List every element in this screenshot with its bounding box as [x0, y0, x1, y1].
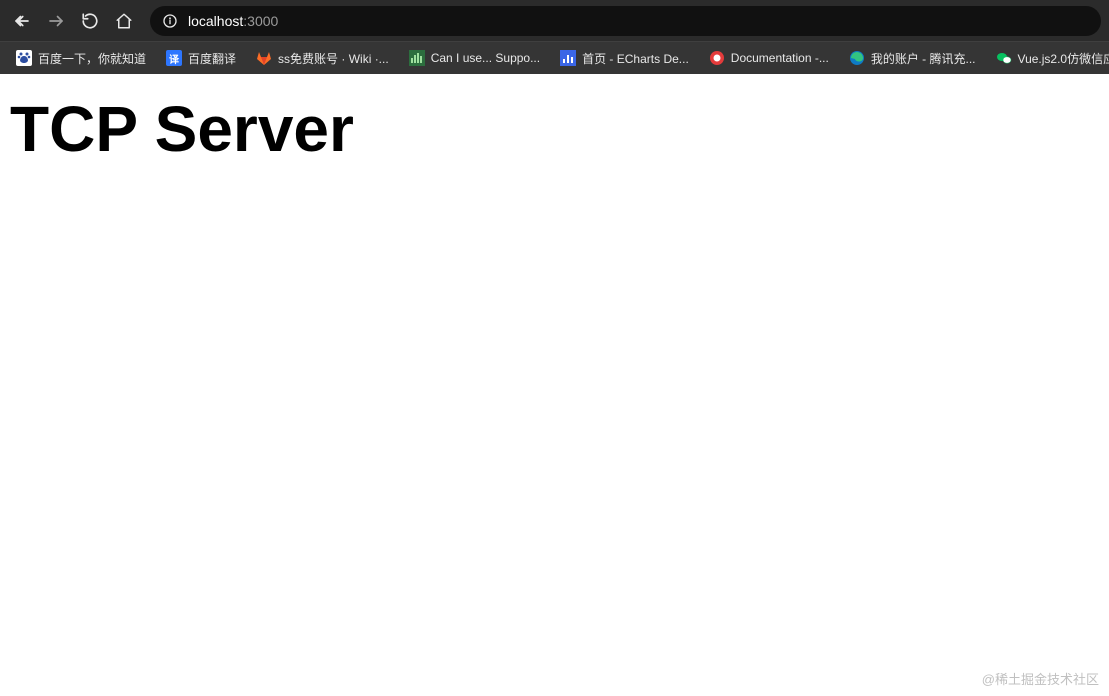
bookmark-label: 百度翻译	[188, 50, 236, 67]
page-content: TCP Server	[0, 74, 1109, 184]
url-text: localhost:3000	[188, 13, 278, 29]
caniuse-favicon-icon	[409, 50, 425, 66]
echarts-favicon-icon	[560, 50, 576, 66]
back-button[interactable]	[8, 7, 36, 35]
bookmark-item[interactable]: Documentation -...	[699, 46, 839, 70]
edge-favicon-icon	[849, 50, 865, 66]
watermark: @稀土掘金技术社区	[982, 669, 1099, 688]
home-button[interactable]	[110, 7, 138, 35]
reload-icon	[81, 12, 99, 30]
bookmark-label: 百度一下，你就知道	[38, 50, 146, 67]
gitlab-favicon-icon	[256, 50, 272, 66]
arrow-left-icon	[13, 12, 31, 30]
url-port: :3000	[243, 13, 278, 29]
bookmark-item[interactable]: 百度一下，你就知道	[6, 46, 156, 71]
bookmark-label: Vue.js2.0仿微信应用	[1018, 50, 1109, 67]
baidu-favicon-icon	[16, 50, 32, 66]
reload-button[interactable]	[76, 7, 104, 35]
bookmark-item[interactable]: 译 百度翻译	[156, 46, 246, 71]
address-bar[interactable]: localhost:3000	[150, 6, 1101, 36]
doc-favicon-icon	[709, 50, 725, 66]
arrow-right-icon	[47, 12, 65, 30]
browser-toolbar: localhost:3000	[0, 0, 1109, 41]
bookmark-item[interactable]: Can I use... Suppo...	[399, 46, 550, 70]
baidu-fanyi-favicon-icon: 译	[166, 50, 182, 66]
bookmark-label: ss免费账号 · Wiki ·...	[278, 50, 389, 67]
bookmark-item[interactable]: 首页 - ECharts De...	[550, 46, 699, 71]
url-host: localhost	[188, 13, 243, 29]
bookmark-item[interactable]: ss免费账号 · Wiki ·...	[246, 46, 399, 71]
forward-button[interactable]	[42, 7, 70, 35]
site-info-icon[interactable]	[162, 13, 178, 29]
bookmark-label: Can I use... Suppo...	[431, 51, 540, 65]
bookmark-item[interactable]: 我的账户 - 腾讯充...	[839, 46, 986, 71]
home-icon	[115, 12, 133, 30]
bookmark-label: 我的账户 - 腾讯充...	[871, 50, 976, 67]
page-heading: TCP Server	[10, 92, 1099, 166]
bookmark-label: 首页 - ECharts De...	[582, 50, 689, 67]
bookmark-label: Documentation -...	[731, 51, 829, 65]
wechat-favicon-icon	[996, 50, 1012, 66]
bookmarks-bar: 百度一下，你就知道 译 百度翻译 ss免费账号 · Wiki ·... Can …	[0, 41, 1109, 74]
bookmark-item[interactable]: Vue.js2.0仿微信应用	[986, 46, 1109, 71]
